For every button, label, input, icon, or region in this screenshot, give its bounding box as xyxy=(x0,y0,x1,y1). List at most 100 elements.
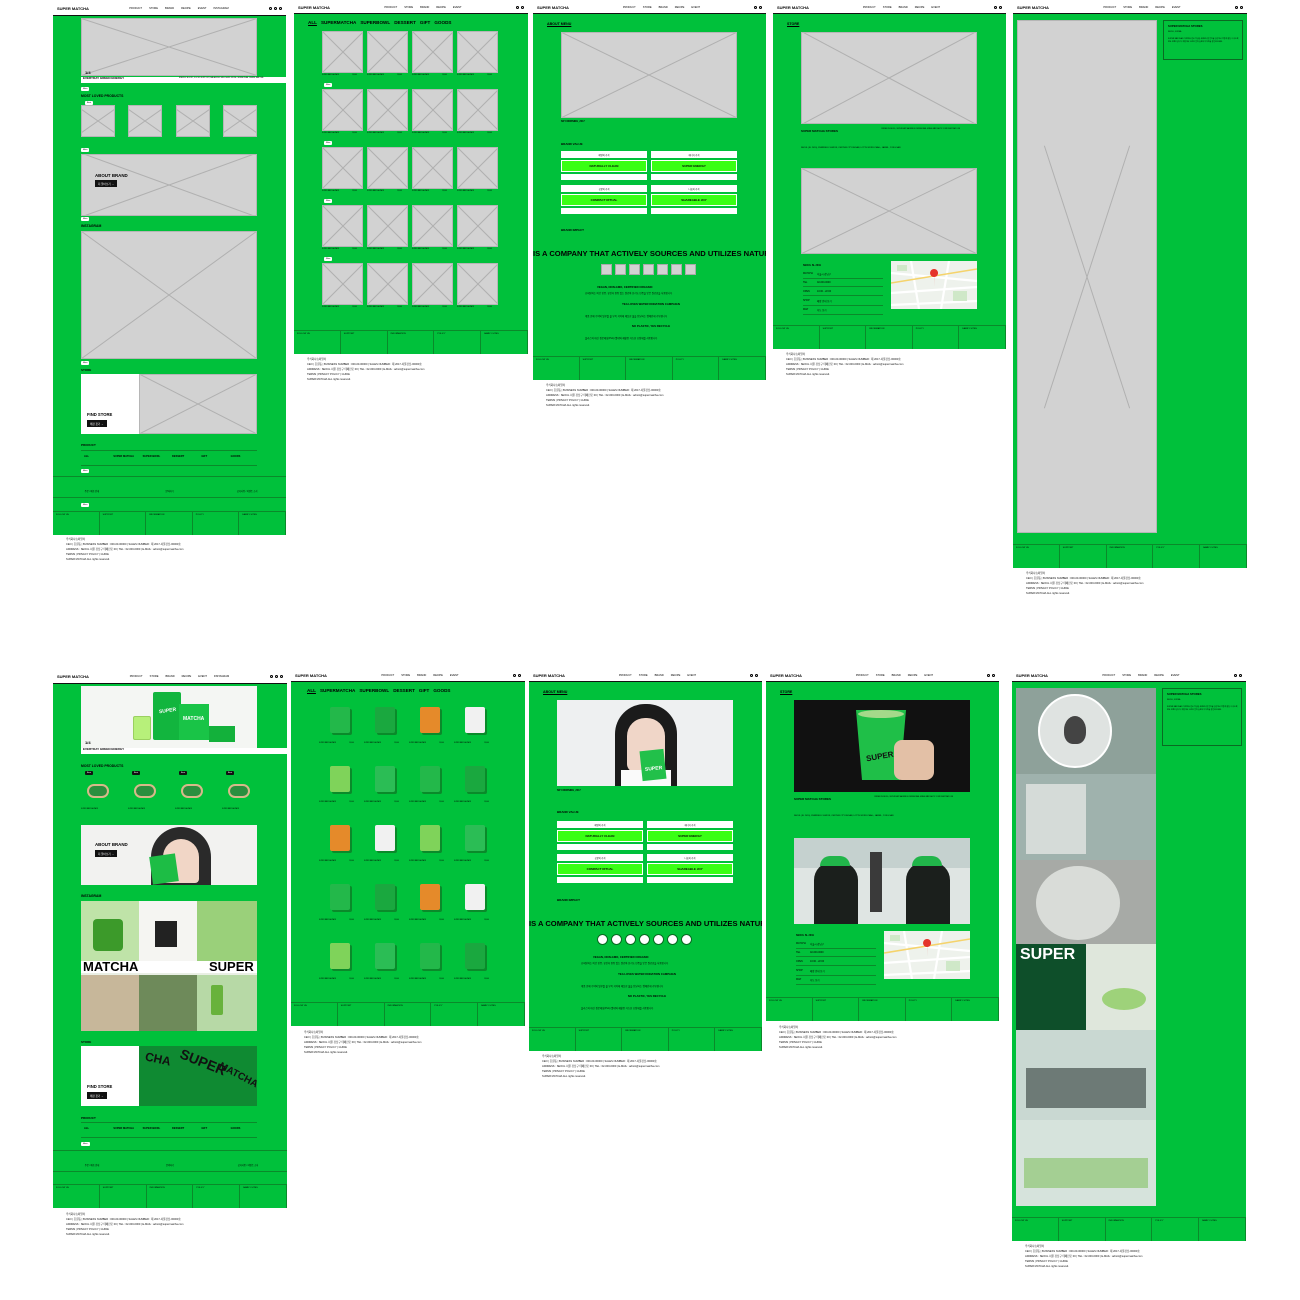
product-card-name[interactable]: SUPER MATCHA PACK xyxy=(319,861,336,863)
search-icon[interactable] xyxy=(1234,674,1237,677)
footer-col[interactable]: POLICY xyxy=(673,357,720,380)
product-card-name[interactable]: SUPER MATCHA PACK xyxy=(222,809,239,811)
product-card-name[interactable]: SUPER MATCHA PACK xyxy=(412,307,429,309)
product-card-name[interactable]: SUPER MATCHA PACK xyxy=(457,249,474,251)
nav-item[interactable]: EVENT xyxy=(924,674,933,677)
product-tab-goods[interactable]: GOODS xyxy=(228,451,257,465)
footer-col[interactable]: SUPPORT xyxy=(576,1028,623,1051)
instagram-grid[interactable]: MATCHA SUPER xyxy=(81,901,257,1031)
about-title[interactable]: ABOUT MENU xyxy=(543,690,567,694)
footer-col[interactable]: FAMILY SITES xyxy=(240,1185,287,1208)
footer-col[interactable]: POLICY xyxy=(193,512,240,535)
product-card-name[interactable]: SUPER MATCHA PACK xyxy=(457,75,474,77)
nav-item[interactable]: EVENT xyxy=(691,6,700,9)
product-card-image[interactable] xyxy=(367,147,408,189)
product-card-image[interactable] xyxy=(367,205,408,247)
nav-item[interactable]: RECIPE xyxy=(908,674,918,677)
product-thumb[interactable] xyxy=(175,776,209,806)
product-card-image[interactable] xyxy=(409,817,450,859)
product-card-name[interactable]: SUPER MATCHA PACK xyxy=(322,75,339,77)
product-card-name[interactable]: SUPER MATCHA PACK xyxy=(322,191,339,193)
cart-icon[interactable] xyxy=(759,6,762,9)
product-card-name[interactable]: SUPER MATCHA PACK xyxy=(319,743,336,745)
product-card-image[interactable] xyxy=(457,147,498,189)
product-card-name[interactable]: SUPER MATCHA PACK xyxy=(454,979,471,981)
product-card-image[interactable] xyxy=(457,89,498,131)
nav-item[interactable]: BRAND xyxy=(1138,674,1147,677)
product-card-name[interactable]: SUPER MATCHA PACK xyxy=(412,75,429,77)
shop-tab[interactable]: SUPERBOWL xyxy=(359,688,389,693)
nav-item[interactable]: PRODUCT xyxy=(130,675,143,678)
product-card-name[interactable]: SUPER MATCHA PACK xyxy=(409,861,426,863)
product-card-name[interactable]: SUPER MATCHA PACK xyxy=(364,802,381,804)
nav-item[interactable]: STORE xyxy=(883,6,892,9)
search-icon[interactable] xyxy=(750,674,753,677)
product-tab[interactable]: ALL xyxy=(81,1123,110,1137)
nav-item[interactable]: RECIPE xyxy=(182,675,192,678)
nav-item[interactable]: EVENT xyxy=(931,6,940,9)
product-card-image[interactable] xyxy=(454,876,495,918)
product-card-image[interactable] xyxy=(457,205,498,247)
nav-item[interactable]: EVENT xyxy=(687,674,696,677)
product-card-name[interactable]: SUPER MATCHA PACK xyxy=(322,249,339,251)
product-tab-super-bowl[interactable]: SUPER BOWL xyxy=(140,451,169,465)
nav-logo[interactable]: SUPER MATCHA xyxy=(770,673,802,678)
nav-logo[interactable]: SUPER MATCHA xyxy=(57,674,89,679)
product-card-image[interactable] xyxy=(367,89,408,131)
nav-item-instagram[interactable]: INSTAGRAM xyxy=(213,7,228,10)
nav-item[interactable]: PRODUCT xyxy=(856,674,869,677)
product-tab[interactable]: GOODS xyxy=(228,1123,257,1137)
cart-icon[interactable] xyxy=(280,675,283,678)
store-map[interactable] xyxy=(891,261,977,309)
product-card-image[interactable] xyxy=(364,817,405,859)
footer-col[interactable]: FAMILY SITES xyxy=(715,1028,762,1051)
nav-item[interactable]: STORE xyxy=(639,674,648,677)
footer-col[interactable]: FAMILY SITES xyxy=(1199,1218,1246,1241)
product-card-image[interactable] xyxy=(367,263,408,305)
product-tab[interactable]: SUPER MATCHA xyxy=(110,1123,139,1137)
cart-icon[interactable] xyxy=(521,6,524,9)
search-icon[interactable] xyxy=(513,674,516,677)
product-card-image[interactable] xyxy=(409,876,450,918)
cart-icon[interactable] xyxy=(999,6,1002,9)
product-card-image[interactable] xyxy=(319,876,360,918)
product-card-image[interactable] xyxy=(364,876,405,918)
nav-logo[interactable]: SUPER MATCHA xyxy=(1016,673,1048,678)
footer-col[interactable]: SUPPORT xyxy=(341,331,388,354)
footer-col[interactable]: FOLLOW US xyxy=(294,331,341,354)
footer-col[interactable]: FAMILY SITES xyxy=(959,326,1006,349)
footer-col[interactable]: SUPPORT xyxy=(1059,1218,1106,1241)
footer-col[interactable]: INFORMATION xyxy=(626,357,673,380)
shop-tab[interactable]: GIFT xyxy=(419,688,429,693)
nav-item[interactable]: EVENT xyxy=(1172,6,1181,9)
footer-col[interactable]: FOLLOW US xyxy=(53,512,100,535)
nav-item[interactable]: PRODUCT xyxy=(381,674,394,677)
footer-col[interactable]: INFORMATION xyxy=(1106,1218,1153,1241)
search-icon[interactable] xyxy=(754,6,757,9)
nav-item[interactable]: EVENT xyxy=(198,675,207,678)
footer-col[interactable]: FOLLOW US xyxy=(291,1003,338,1026)
store-title[interactable]: STORE xyxy=(780,690,792,694)
product-card-image[interactable] xyxy=(412,147,453,189)
nav-item[interactable]: RECIPE xyxy=(675,6,685,9)
nav-item[interactable]: RECIPE xyxy=(436,6,446,9)
nav-item[interactable]: PRODUCT xyxy=(619,674,632,677)
nav-item[interactable]: PRODUCT xyxy=(623,6,636,9)
product-thumb[interactable] xyxy=(223,105,257,137)
product-card-image[interactable] xyxy=(364,699,405,741)
nav-item[interactable]: STORE xyxy=(1122,674,1131,677)
footer-col[interactable]: SUPPORT xyxy=(813,998,860,1021)
footer-col[interactable]: FOLLOW US xyxy=(1012,1218,1059,1241)
nav-item-brand[interactable]: BRAND xyxy=(165,7,174,10)
product-card-image[interactable] xyxy=(412,205,453,247)
footer-col[interactable]: FOLLOW US xyxy=(529,1028,576,1051)
product-thumb[interactable] xyxy=(222,776,256,806)
footer-col[interactable]: FOLLOW US xyxy=(533,357,580,380)
store-map[interactable] xyxy=(884,931,970,979)
nav-item[interactable]: STORE xyxy=(150,675,159,678)
footer-col[interactable]: FAMILY SITES xyxy=(719,357,766,380)
product-card-image[interactable] xyxy=(322,205,363,247)
nav-logo[interactable]: SUPER MATCHA xyxy=(533,673,565,678)
cart-icon[interactable] xyxy=(518,674,521,677)
footer-col[interactable]: INFORMATION xyxy=(1107,545,1154,568)
